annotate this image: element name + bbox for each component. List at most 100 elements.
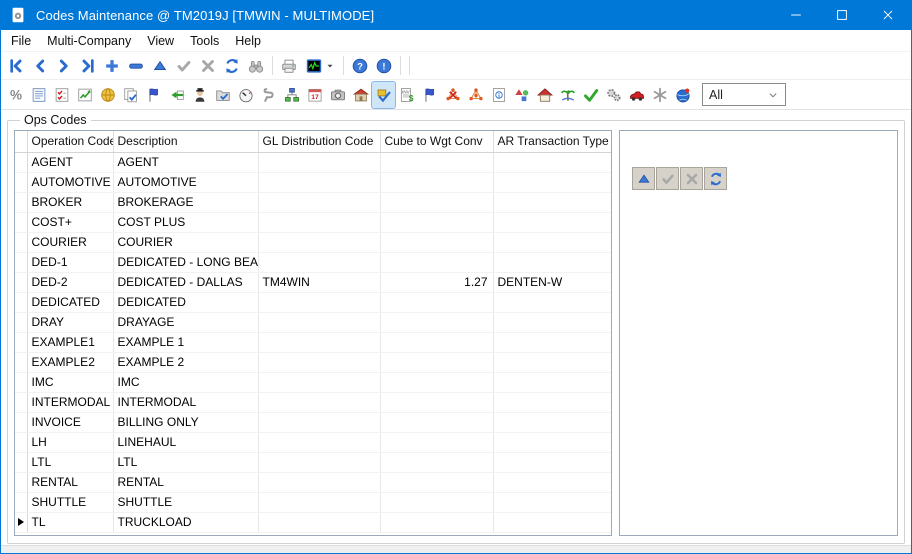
- flag-button[interactable]: [418, 82, 441, 108]
- check-green-button[interactable]: [579, 82, 602, 108]
- cell-operation-code[interactable]: EXAMPLE2: [27, 352, 113, 372]
- cell-cube-to-wgt-conv[interactable]: [380, 372, 493, 392]
- cell-cube-to-wgt-conv[interactable]: [380, 312, 493, 332]
- cell-gl-distribution-code[interactable]: [258, 152, 380, 172]
- cell-ar-transaction-type[interactable]: [493, 172, 611, 192]
- maximize-button[interactable]: [819, 0, 865, 30]
- close-button[interactable]: [865, 0, 911, 30]
- cell-gl-distribution-code[interactable]: [258, 412, 380, 432]
- cell-gl-distribution-code[interactable]: [258, 452, 380, 472]
- cell-operation-code[interactable]: TL: [27, 512, 113, 532]
- folder-check-button[interactable]: [211, 82, 234, 108]
- panel-refresh-button[interactable]: [704, 167, 727, 190]
- help-button[interactable]: ?: [348, 54, 372, 78]
- cell-cube-to-wgt-conv[interactable]: [380, 452, 493, 472]
- cell-ar-transaction-type[interactable]: [493, 392, 611, 412]
- menu-file[interactable]: File: [3, 32, 39, 50]
- cell-operation-code[interactable]: DED-2: [27, 272, 113, 292]
- cell-operation-code[interactable]: COST+: [27, 212, 113, 232]
- cell-cube-to-wgt-conv[interactable]: [380, 392, 493, 412]
- cell-operation-code[interactable]: DED-1: [27, 252, 113, 272]
- cell-cube-to-wgt-conv[interactable]: [380, 432, 493, 452]
- cell-description[interactable]: DEDICATED - LONG BEACH: [113, 252, 258, 272]
- column-header-description[interactable]: Description: [113, 131, 258, 152]
- cell-operation-code[interactable]: COURIER: [27, 232, 113, 252]
- cell-cube-to-wgt-conv[interactable]: 1.27: [380, 272, 493, 292]
- invoice-button[interactable]: INV$: [395, 82, 418, 108]
- sphere-gold-button[interactable]: [96, 82, 119, 108]
- cell-description[interactable]: DEDICATED - DALLAS: [113, 272, 258, 292]
- cell-cube-to-wgt-conv[interactable]: [380, 152, 493, 172]
- cell-gl-distribution-code[interactable]: [258, 292, 380, 312]
- column-header-cube-to-wgt-conv[interactable]: Cube to Wgt Conv: [380, 131, 493, 152]
- cell-gl-distribution-code[interactable]: [258, 392, 380, 412]
- cell-operation-code[interactable]: LH: [27, 432, 113, 452]
- cell-description[interactable]: SHUTTLE: [113, 492, 258, 512]
- cell-operation-code[interactable]: RENTAL: [27, 472, 113, 492]
- cell-description[interactable]: AGENT: [113, 152, 258, 172]
- network-x-button[interactable]: [441, 82, 464, 108]
- cell-ar-transaction-type[interactable]: [493, 512, 611, 532]
- cell-operation-code[interactable]: DEDICATED: [27, 292, 113, 312]
- org-chart-button[interactable]: [280, 82, 303, 108]
- menu-view[interactable]: View: [139, 32, 182, 50]
- terminal-dropdown-button[interactable]: [301, 54, 339, 78]
- cell-ar-transaction-type[interactable]: [493, 492, 611, 512]
- cell-operation-code[interactable]: INTERMODAL: [27, 392, 113, 412]
- cell-gl-distribution-code[interactable]: [258, 352, 380, 372]
- panel-edit-button[interactable]: [632, 167, 655, 190]
- cell-description[interactable]: LINEHAUL: [113, 432, 258, 452]
- cell-ar-transaction-type[interactable]: [493, 232, 611, 252]
- codes-cube-button[interactable]: [372, 82, 395, 108]
- cell-description[interactable]: AUTOMOTIVE: [113, 172, 258, 192]
- insert-record-button[interactable]: [100, 54, 124, 78]
- cell-description[interactable]: EXAMPLE 1: [113, 332, 258, 352]
- gauge-button[interactable]: [234, 82, 257, 108]
- seat-button[interactable]: [257, 82, 280, 108]
- edit-record-button[interactable]: [148, 54, 172, 78]
- cell-operation-code[interactable]: LTL: [27, 452, 113, 472]
- cell-cube-to-wgt-conv[interactable]: [380, 492, 493, 512]
- asterisk-button[interactable]: [648, 82, 671, 108]
- copy-check-button[interactable]: [119, 82, 142, 108]
- cell-cube-to-wgt-conv[interactable]: [380, 512, 493, 532]
- cell-description[interactable]: IMC: [113, 372, 258, 392]
- minimize-button[interactable]: [773, 0, 819, 30]
- flag-button[interactable]: [142, 82, 165, 108]
- cell-gl-distribution-code[interactable]: [258, 232, 380, 252]
- warehouse-button[interactable]: [349, 82, 372, 108]
- cell-description[interactable]: BILLING ONLY: [113, 412, 258, 432]
- cell-description[interactable]: DRAYAGE: [113, 312, 258, 332]
- panel-post-button[interactable]: [656, 167, 679, 190]
- percent-button[interactable]: %: [4, 82, 27, 108]
- cell-cube-to-wgt-conv[interactable]: [380, 172, 493, 192]
- cell-description[interactable]: LTL: [113, 452, 258, 472]
- cell-description[interactable]: TRUCKLOAD: [113, 512, 258, 532]
- cell-ar-transaction-type[interactable]: [493, 152, 611, 172]
- cell-cube-to-wgt-conv[interactable]: [380, 212, 493, 232]
- cell-ar-transaction-type[interactable]: [493, 372, 611, 392]
- cell-operation-code[interactable]: IMC: [27, 372, 113, 392]
- cell-ar-transaction-type[interactable]: [493, 292, 611, 312]
- cell-gl-distribution-code[interactable]: [258, 472, 380, 492]
- globe-button[interactable]: [671, 82, 694, 108]
- cell-gl-distribution-code[interactable]: [258, 332, 380, 352]
- shapes-button[interactable]: [510, 82, 533, 108]
- cell-ar-transaction-type[interactable]: [493, 432, 611, 452]
- cell-operation-code[interactable]: SHUTTLE: [27, 492, 113, 512]
- cell-ar-transaction-type[interactable]: [493, 452, 611, 472]
- cell-gl-distribution-code[interactable]: [258, 252, 380, 272]
- menu-multi-company[interactable]: Multi-Company: [39, 32, 139, 50]
- cell-operation-code[interactable]: AUTOMOTIVE: [27, 172, 113, 192]
- cell-gl-distribution-code[interactable]: [258, 312, 380, 332]
- cell-description[interactable]: COST PLUS: [113, 212, 258, 232]
- cancel-edit-button[interactable]: [196, 54, 220, 78]
- cell-cube-to-wgt-conv[interactable]: [380, 292, 493, 312]
- cell-ar-transaction-type[interactable]: [493, 412, 611, 432]
- column-header-operation-code[interactable]: Operation Code: [27, 131, 113, 152]
- cell-gl-distribution-code[interactable]: TM4WIN: [258, 272, 380, 292]
- cell-cube-to-wgt-conv[interactable]: [380, 252, 493, 272]
- cell-ar-transaction-type[interactable]: [493, 252, 611, 272]
- cell-ar-transaction-type[interactable]: DENTEN-W: [493, 272, 611, 292]
- cell-operation-code[interactable]: DRAY: [27, 312, 113, 332]
